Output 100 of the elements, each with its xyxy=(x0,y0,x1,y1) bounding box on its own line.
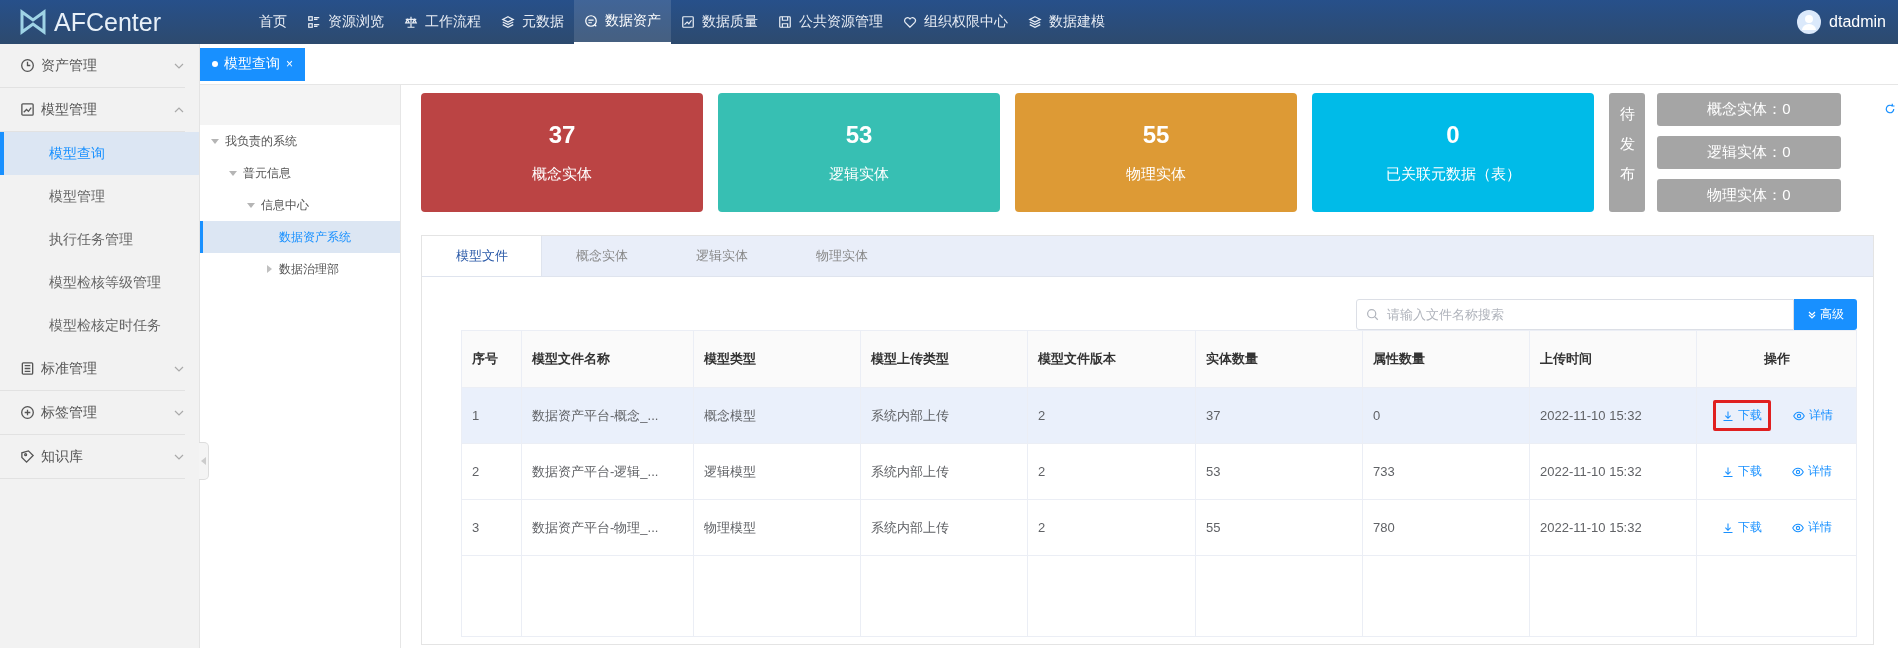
nav-item[interactable]: 组织权限中心 xyxy=(893,0,1018,44)
column-header: 上传时间 xyxy=(1529,330,1697,388)
heart-icon xyxy=(903,15,917,29)
download-link[interactable]: 下载 xyxy=(1713,513,1770,542)
nav-item[interactable]: 数据建模 xyxy=(1018,0,1115,44)
nav-item[interactable]: 元数据 xyxy=(491,0,574,44)
collapse-handle[interactable] xyxy=(199,442,209,480)
stat-card: 55 物理实体 xyxy=(1015,93,1297,212)
table-cell: 1 xyxy=(461,387,522,444)
user-name[interactable]: dtadmin xyxy=(1829,13,1886,31)
nav-item[interactable]: 数据质量 xyxy=(671,0,768,44)
sidebar-item[interactable]: 模型检核定时任务 xyxy=(0,304,199,347)
tree-node[interactable]: 信息中心 xyxy=(200,189,400,221)
document-icon xyxy=(20,361,35,376)
refresh-icon[interactable] xyxy=(1884,103,1896,115)
collapse-arrow-icon[interactable] xyxy=(229,169,237,177)
column-header: 模型上传类型 xyxy=(860,330,1028,388)
layers-icon xyxy=(501,15,515,29)
column-header: 操作 xyxy=(1696,330,1857,388)
table-cell: 逻辑模型 xyxy=(693,443,861,500)
column-header: 模型类型 xyxy=(693,330,861,388)
nav-item[interactable]: 工作流程 xyxy=(394,0,491,44)
stat-card: 37 概念实体 xyxy=(421,93,703,212)
layers-icon xyxy=(1028,15,1042,29)
details-link[interactable]: 详情 xyxy=(1783,513,1840,542)
details-link[interactable]: 详情 xyxy=(1783,457,1840,486)
table-cell: 数据资产平台-逻辑_... xyxy=(521,443,694,500)
user-avatar-icon[interactable] xyxy=(1797,10,1822,34)
search-field[interactable]: 请输入文件名称搜索 xyxy=(1356,299,1794,330)
sidebar-group[interactable]: 标签管理 xyxy=(0,391,185,435)
table-cell: 系统内部上传 xyxy=(860,443,1028,500)
details-link[interactable]: 详情 xyxy=(1784,400,1841,431)
nav-item[interactable]: 公共资源管理 xyxy=(768,0,893,44)
table-cell: 2 xyxy=(1027,387,1196,444)
table-cell: 系统内部上传 xyxy=(860,499,1028,556)
close-icon[interactable]: × xyxy=(286,57,293,71)
nav-item[interactable]: 资源浏览 xyxy=(297,0,394,44)
pending-label: 待发布 xyxy=(1609,93,1645,212)
table-cell: 37 xyxy=(1195,387,1363,444)
sidebar-item[interactable]: 执行任务管理 xyxy=(0,218,199,261)
app-logo-text: AFCenter xyxy=(54,7,161,37)
download-link[interactable]: 下载 xyxy=(1713,457,1770,486)
collapse-arrow-icon[interactable] xyxy=(247,201,255,209)
download-icon xyxy=(1721,465,1734,478)
column-header: 实体数量 xyxy=(1195,330,1363,388)
download-icon xyxy=(1721,521,1734,534)
nav-item[interactable]: 首页 xyxy=(249,0,297,44)
tab[interactable]: 概念实体 xyxy=(542,236,662,276)
tab[interactable]: 模型文件 xyxy=(422,236,542,276)
tag-icon xyxy=(20,449,35,464)
table-cell: 2022-11-10 15:32 xyxy=(1529,443,1697,500)
double-chevron-icon xyxy=(1807,309,1817,320)
column-header: 模型文件版本 xyxy=(1027,330,1196,388)
sidebar-group[interactable]: 资产管理 xyxy=(0,44,185,88)
table-cell: 3 xyxy=(461,499,522,556)
column-header: 模型文件名称 xyxy=(521,330,694,388)
tab[interactable]: 物理实体 xyxy=(782,236,902,276)
table-cell: 53 xyxy=(1195,443,1363,500)
tab[interactable]: 逻辑实体 xyxy=(662,236,782,276)
table-cell: 2 xyxy=(1027,443,1196,500)
eye-icon xyxy=(1791,465,1804,478)
table-cell: 55 xyxy=(1195,499,1363,556)
stat-card: 0 已关联元数据（表） xyxy=(1312,93,1594,212)
table-cell: 系统内部上传 xyxy=(860,387,1028,444)
sidebar-item[interactable]: 模型检核等级管理 xyxy=(0,261,199,304)
table-cell: 780 xyxy=(1362,499,1530,556)
add-circle-icon xyxy=(20,405,35,420)
stat-card: 53 逻辑实体 xyxy=(718,93,1000,212)
page-tab[interactable]: 模型查询 × xyxy=(200,47,305,81)
tree-node[interactable]: 数据治理部 xyxy=(200,253,400,285)
list-icon xyxy=(307,15,321,29)
expand-arrow-icon[interactable] xyxy=(265,265,273,273)
table-cell: 概念模型 xyxy=(693,387,861,444)
column-header: 属性数量 xyxy=(1362,330,1530,388)
sidebar-group[interactable]: 标准管理 xyxy=(0,347,185,391)
sidebar-group[interactable]: 知识库 xyxy=(0,435,185,479)
table-cell: 2022-11-10 15:32 xyxy=(1529,387,1697,444)
save-icon xyxy=(778,15,792,29)
clock-icon xyxy=(20,58,35,73)
eye-icon xyxy=(1791,521,1804,534)
tree-node[interactable]: 我负责的系统 xyxy=(200,125,400,157)
table-cell: 0 xyxy=(1362,387,1530,444)
download-link[interactable]: 下载 xyxy=(1712,400,1771,431)
table-cell: 2 xyxy=(461,443,522,500)
table-cell: 数据资产平台-概念_... xyxy=(521,387,694,444)
table-cell: 2 xyxy=(1027,499,1196,556)
eye-icon xyxy=(1792,409,1805,422)
column-header: 序号 xyxy=(461,330,522,388)
advanced-button[interactable]: 高级 xyxy=(1794,299,1857,330)
logo-icon xyxy=(20,8,46,36)
table-cell: 2022-11-10 15:32 xyxy=(1529,499,1697,556)
sidebar-item[interactable]: 模型管理 xyxy=(0,175,199,218)
tree-node[interactable]: 普元信息 xyxy=(200,157,400,189)
collapse-arrow-icon[interactable] xyxy=(211,137,219,145)
chat-icon xyxy=(584,14,598,28)
table-cell: 数据资产平台-物理_... xyxy=(521,499,694,556)
download-icon xyxy=(1721,409,1734,422)
nav-item[interactable]: 数据资产 xyxy=(574,0,671,44)
chart-icon xyxy=(681,15,695,29)
table-cell: 733 xyxy=(1362,443,1530,500)
